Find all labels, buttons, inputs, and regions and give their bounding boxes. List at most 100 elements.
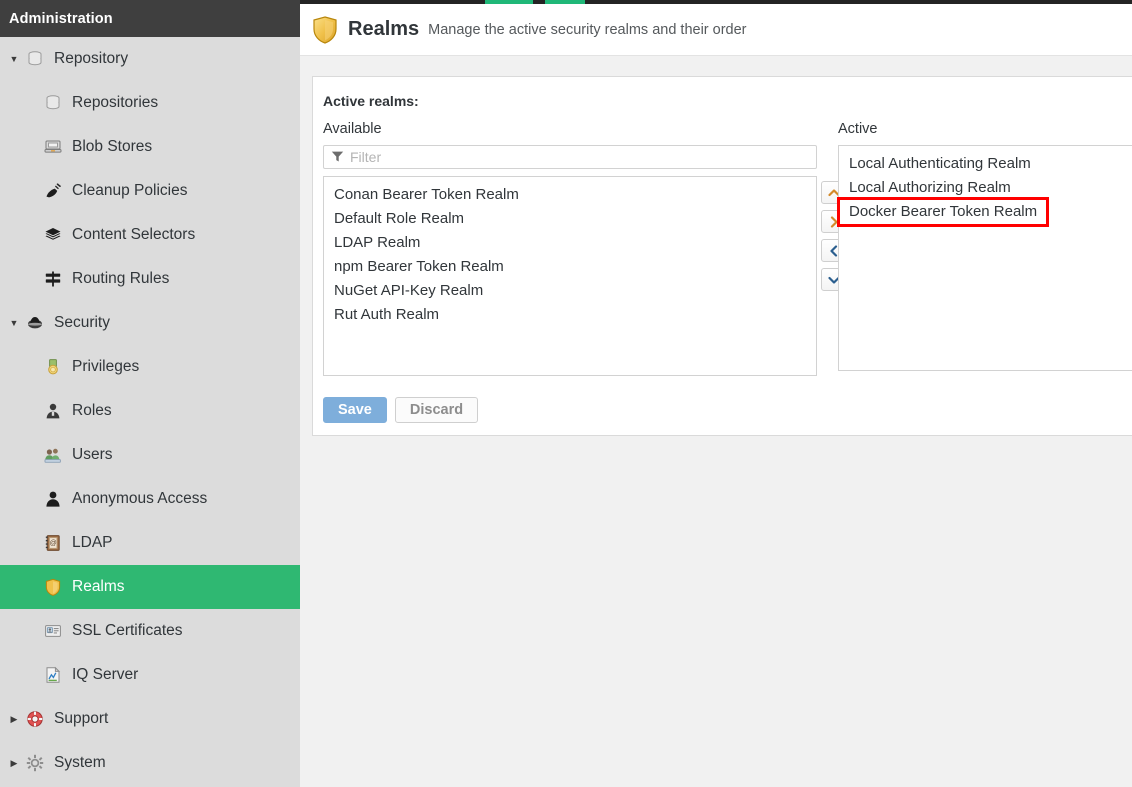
section-title: Active realms: — [323, 93, 419, 109]
security-shield-icon — [28, 317, 42, 329]
list-item[interactable]: Default Role Realm — [324, 207, 816, 231]
blob-store-icon — [44, 140, 62, 153]
iq-server-icon — [40, 666, 66, 684]
address-book-icon: @ — [40, 534, 66, 552]
sidebar-item-cleanup-policies[interactable]: Cleanup Policies — [0, 169, 300, 213]
filter-input[interactable] — [323, 145, 817, 169]
available-column: Available Conan Bearer Token RealmDefaul… — [323, 121, 817, 376]
sidebar-item-blob-stores[interactable]: Blob Stores — [0, 125, 300, 169]
sidebar-item-label: Realms — [72, 578, 125, 595]
broom-icon — [40, 182, 66, 200]
available-label: Available — [323, 121, 382, 137]
list-item[interactable]: Rut Auth Realm — [324, 303, 816, 327]
list-item[interactable]: Local Authenticating Realm — [839, 152, 1132, 176]
database-icon — [28, 51, 42, 66]
broom-icon — [46, 183, 61, 198]
sidebar-item-routing-rules[interactable]: Routing Rules — [0, 257, 300, 301]
sidebar-item-label: Roles — [72, 402, 112, 419]
filter-wrapper — [323, 145, 817, 169]
sidebar-item-label: Cleanup Policies — [72, 182, 188, 199]
sidebar-item-repositories[interactable]: Repositories — [0, 81, 300, 125]
sidebar-item-label: Support — [54, 710, 109, 727]
security-shield-icon — [22, 314, 48, 332]
sidebar-item-anonymous-access[interactable]: Anonymous Access — [0, 477, 300, 521]
sidebar-item-label: Content Selectors — [72, 226, 196, 243]
active-realms-list[interactable]: Local Authenticating Realm Local Authoriz… — [838, 145, 1132, 371]
realms-panel: Active realms: Available Conan Bearer To… — [312, 76, 1132, 436]
list-item[interactable]: Conan Bearer Token Realm — [324, 183, 816, 207]
sidebar-item-repository[interactable]: ▼ Repository — [0, 37, 300, 81]
lifebuoy-icon — [27, 711, 43, 727]
chevron-down-icon[interactable]: ▼ — [6, 318, 22, 328]
sidebar-item-label: SSL Certificates — [72, 622, 183, 639]
sidebar-item-label: Repositories — [72, 94, 159, 111]
list-item[interactable]: npm Bearer Token Realm — [324, 255, 816, 279]
sidebar-item-security[interactable]: ▼ Security — [0, 301, 300, 345]
list-item[interactable]: LDAP Realm — [324, 231, 816, 255]
active-label: Active — [838, 121, 878, 137]
list-item[interactable]: Docker Bearer Token Realm — [839, 200, 1132, 224]
sidebar-item-ssl-certificates[interactable]: SSL Certificates — [0, 609, 300, 653]
save-button[interactable]: Save — [323, 397, 387, 423]
list-item[interactable]: Local Authorizing Realm — [839, 176, 1132, 200]
iq-server-icon — [46, 666, 61, 683]
sidebar-item-ldap[interactable]: @ LDAP — [0, 521, 300, 565]
sidebar-item-label: Users — [72, 446, 113, 463]
sidebar-item-realms[interactable]: Realms — [0, 565, 300, 609]
shield-icon — [40, 578, 66, 596]
sidebar-item-support[interactable]: ▶ Support — [0, 697, 300, 741]
sidebar: Administration ▼ Repository Repositories… — [0, 0, 300, 787]
signpost-icon — [40, 270, 66, 288]
certificate-icon — [45, 625, 61, 637]
sidebar-header: Administration — [0, 0, 300, 37]
available-realms-list[interactable]: Conan Bearer Token Realm Default Role Rea… — [323, 176, 817, 376]
sidebar-item-label: LDAP — [72, 534, 113, 551]
role-person-icon — [46, 403, 60, 419]
sidebar-item-label: Anonymous Access — [72, 490, 208, 507]
shield-icon — [45, 578, 61, 596]
main-content: Realms Manage the active security realms… — [300, 4, 1132, 787]
medal-icon — [48, 359, 58, 375]
person-icon — [40, 490, 66, 508]
sidebar-item-users[interactable]: Users — [0, 433, 300, 477]
discard-button[interactable]: Discard — [394, 397, 479, 423]
sidebar-item-label: Repository — [54, 50, 129, 67]
sidebar-item-content-selectors[interactable]: Content Selectors — [0, 213, 300, 257]
database-icon — [40, 94, 66, 112]
gear-icon — [22, 754, 48, 772]
svg-text:@: @ — [50, 540, 57, 547]
chevron-right-icon[interactable]: ▶ — [6, 758, 22, 768]
sidebar-item-label: Routing Rules — [72, 270, 170, 287]
medal-icon — [40, 358, 66, 376]
page-header: Realms Manage the active security realms… — [300, 4, 1132, 56]
sidebar-item-label: Security — [54, 314, 110, 331]
lifebuoy-icon — [22, 710, 48, 728]
sidebar-item-iq-server[interactable]: IQ Server — [0, 653, 300, 697]
layers-icon — [45, 228, 61, 240]
chevron-down-icon[interactable]: ▼ — [6, 54, 22, 64]
sidebar-item-privileges[interactable]: Privileges — [0, 345, 300, 389]
database-icon — [46, 95, 60, 110]
shield-icon — [312, 15, 338, 44]
list-item[interactable]: NuGet API-Key Realm — [324, 279, 816, 303]
users-icon — [40, 446, 66, 464]
realms-transfer-widget: Available Conan Bearer Token RealmDefaul… — [313, 121, 1132, 421]
form-actions: Save Discard — [323, 397, 479, 423]
person-icon — [46, 491, 60, 507]
certificate-icon — [40, 622, 66, 640]
active-column: Active Local Authenticating Realm Local A… — [838, 121, 1132, 371]
sidebar-item-label: IQ Server — [72, 666, 139, 683]
sidebar-item-label: Blob Stores — [72, 138, 153, 155]
blob-store-icon — [40, 138, 66, 156]
role-person-icon — [40, 402, 66, 420]
database-icon — [22, 50, 48, 68]
sidebar-item-system[interactable]: ▶ System — [0, 741, 300, 785]
application-window: Administration ▼ Repository Repositories… — [0, 0, 1132, 787]
layers-icon — [40, 226, 66, 244]
gear-icon — [26, 754, 44, 772]
address-book-icon: @ — [45, 535, 60, 551]
sidebar-nav: ▼ Repository Repositories Blob Stores Cl… — [0, 37, 300, 785]
chevron-right-icon[interactable]: ▶ — [6, 714, 22, 724]
users-icon — [44, 448, 61, 463]
sidebar-item-roles[interactable]: Roles — [0, 389, 300, 433]
